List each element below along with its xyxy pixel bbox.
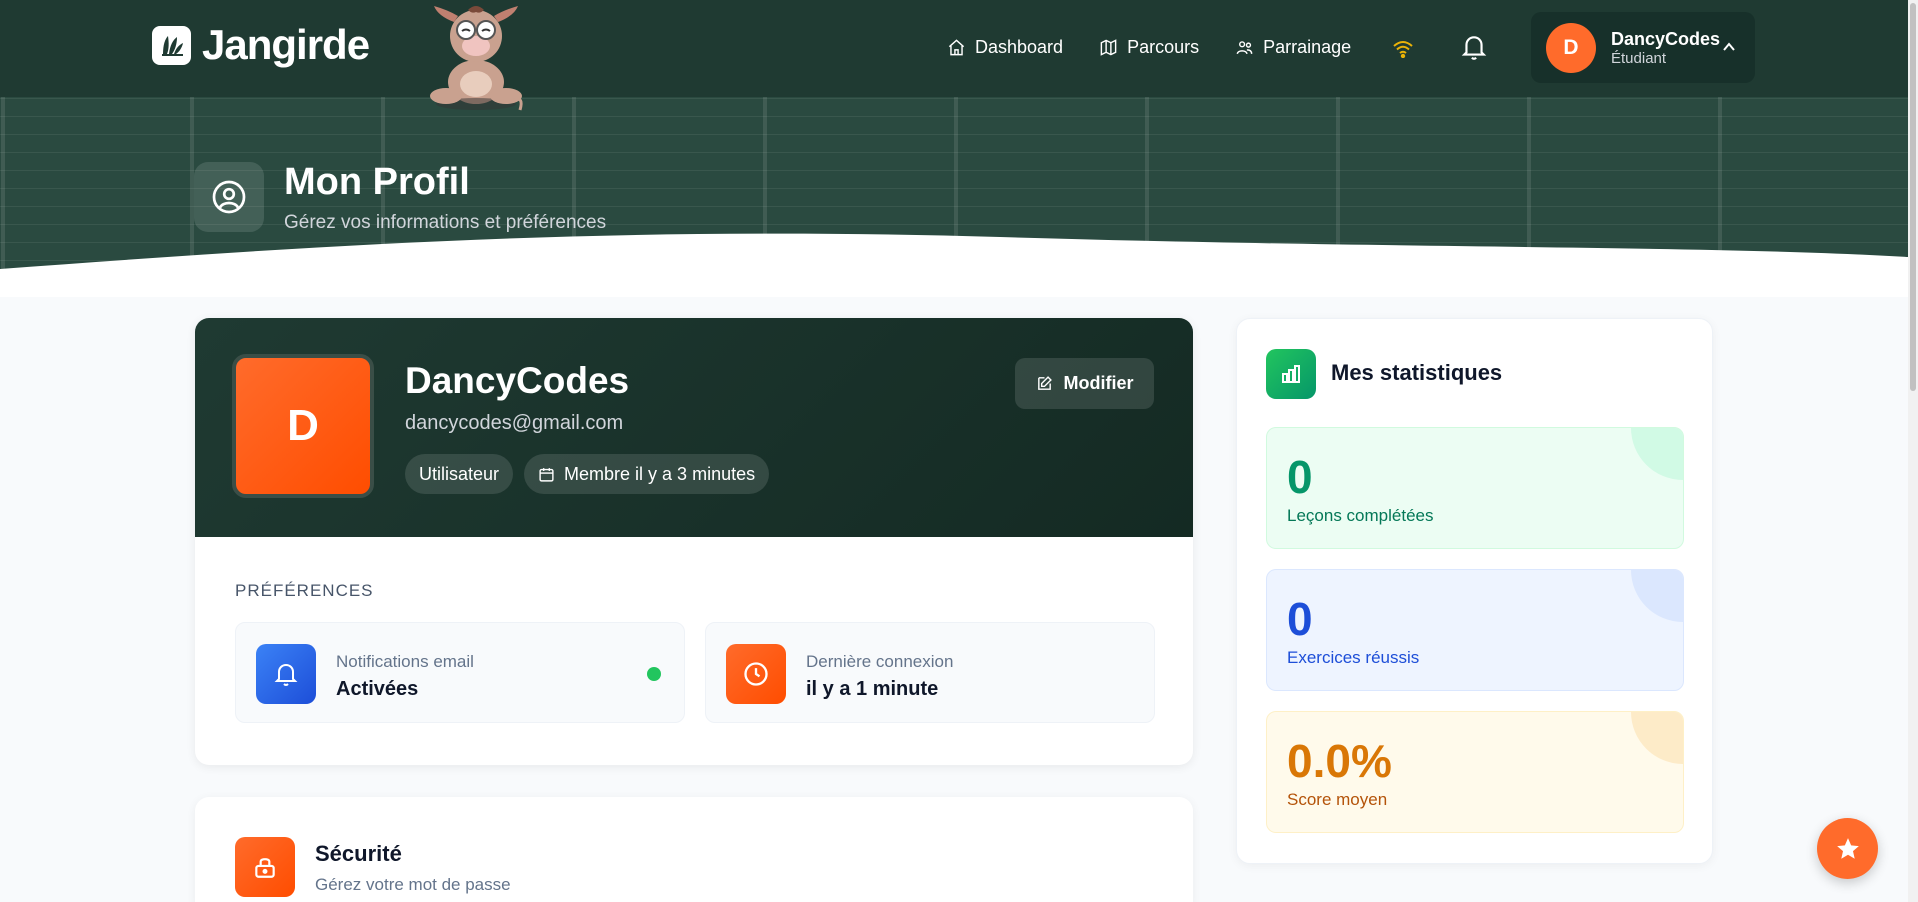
security-card: Sécurité Gérez votre mot de passe bbox=[195, 797, 1193, 902]
stat-exercises: 0 Exercices réussis bbox=[1266, 569, 1684, 691]
stat-exercises-label: Exercices réussis bbox=[1287, 648, 1420, 667]
notifications-value: Activées bbox=[336, 678, 419, 700]
clock-icon bbox=[726, 644, 786, 704]
stat-lessons: 0 Leçons complétées bbox=[1266, 427, 1684, 549]
status-dot bbox=[647, 667, 661, 681]
favorites-button[interactable] bbox=[1817, 818, 1878, 879]
page-title: Mon Profil bbox=[284, 161, 470, 203]
lock-icon bbox=[235, 837, 295, 897]
brand-logo[interactable]: Jangirde bbox=[152, 21, 370, 68]
stat-score-value: 0.0% bbox=[1287, 735, 1392, 787]
security-title: Sécurité bbox=[315, 841, 402, 866]
mascot-illustration bbox=[424, 0, 528, 115]
notifications-preference[interactable]: Notifications email Activées bbox=[235, 622, 685, 723]
nav-parcours-label: Parcours bbox=[1127, 37, 1200, 57]
member-since-badge: Membre il y a 3 minutes bbox=[524, 454, 770, 494]
role-badge-label: Utilisateur bbox=[419, 463, 500, 484]
profile-email: dancycodes@gmail.com bbox=[405, 412, 624, 434]
users-icon bbox=[1235, 38, 1254, 57]
profile-name: DancyCodes bbox=[405, 360, 630, 401]
user-menu[interactable]: D DancyCodes Étudiant bbox=[1531, 12, 1755, 83]
bell-icon bbox=[256, 644, 316, 704]
stat-score: 0.0% Score moyen bbox=[1266, 711, 1684, 833]
last-login-value: il y a 1 minute bbox=[806, 678, 939, 700]
last-login-label: Dernière connexion bbox=[806, 652, 954, 671]
user-name: DancyCodes bbox=[1611, 28, 1721, 49]
edit-profile-label: Modifier bbox=[1063, 373, 1134, 393]
nav-parcours[interactable]: Parcours bbox=[1099, 37, 1199, 58]
stat-lessons-value: 0 bbox=[1287, 451, 1313, 503]
bell-icon[interactable] bbox=[1461, 33, 1487, 61]
stat-score-label: Score moyen bbox=[1287, 790, 1388, 809]
scrollbar-thumb[interactable] bbox=[1910, 3, 1916, 391]
user-role: Étudiant bbox=[1611, 49, 1667, 67]
edit-icon bbox=[1036, 375, 1053, 392]
map-icon bbox=[1099, 38, 1118, 57]
nav-parrainage-label: Parrainage bbox=[1263, 37, 1352, 57]
chevron-up-icon bbox=[1721, 39, 1737, 55]
edit-profile-button[interactable]: Modifier bbox=[1015, 358, 1154, 409]
page-subtitle: Gérez vos informations et préférences bbox=[284, 212, 607, 233]
security-subtitle: Gérez votre mot de passe bbox=[315, 875, 511, 894]
nav-dashboard-label: Dashboard bbox=[975, 37, 1064, 57]
last-login-info: Dernière connexion il y a 1 minute bbox=[705, 622, 1155, 723]
member-since-label: Membre il y a 3 minutes bbox=[564, 463, 756, 484]
brand-name: Jangirde bbox=[202, 21, 370, 68]
calendar-icon bbox=[538, 466, 555, 483]
stat-exercises-value: 0 bbox=[1287, 593, 1313, 645]
home-icon bbox=[947, 38, 966, 57]
nav-dashboard[interactable]: Dashboard bbox=[947, 37, 1063, 58]
user-circle-icon bbox=[194, 162, 264, 232]
profile-header: D DancyCodes dancycodes@gmail.com Utilis… bbox=[195, 318, 1193, 537]
wifi-icon bbox=[1393, 40, 1413, 58]
star-icon bbox=[1835, 836, 1861, 862]
preferences-title: PRÉFÉRENCES bbox=[235, 581, 374, 600]
stats-card: Mes statistiques 0 Leçons complétées 0 E… bbox=[1236, 318, 1713, 864]
stat-lessons-label: Leçons complétées bbox=[1287, 506, 1434, 525]
nav-parrainage[interactable]: Parrainage bbox=[1235, 37, 1351, 58]
top-navbar: Jangirde Dashboard Parcours Parrainage D… bbox=[0, 0, 1908, 111]
profile-card: D DancyCodes dancycodes@gmail.com Utilis… bbox=[195, 318, 1193, 765]
notifications-label: Notifications email bbox=[336, 652, 474, 671]
avatar: D bbox=[1546, 22, 1596, 73]
nav-links: Dashboard Parcours Parrainage bbox=[947, 37, 1387, 58]
bar-chart-icon bbox=[1266, 349, 1316, 399]
profile-avatar: D bbox=[232, 354, 374, 498]
role-badge: Utilisateur bbox=[405, 454, 514, 494]
stats-title: Mes statistiques bbox=[1331, 360, 1503, 385]
logo-icon bbox=[152, 25, 191, 65]
